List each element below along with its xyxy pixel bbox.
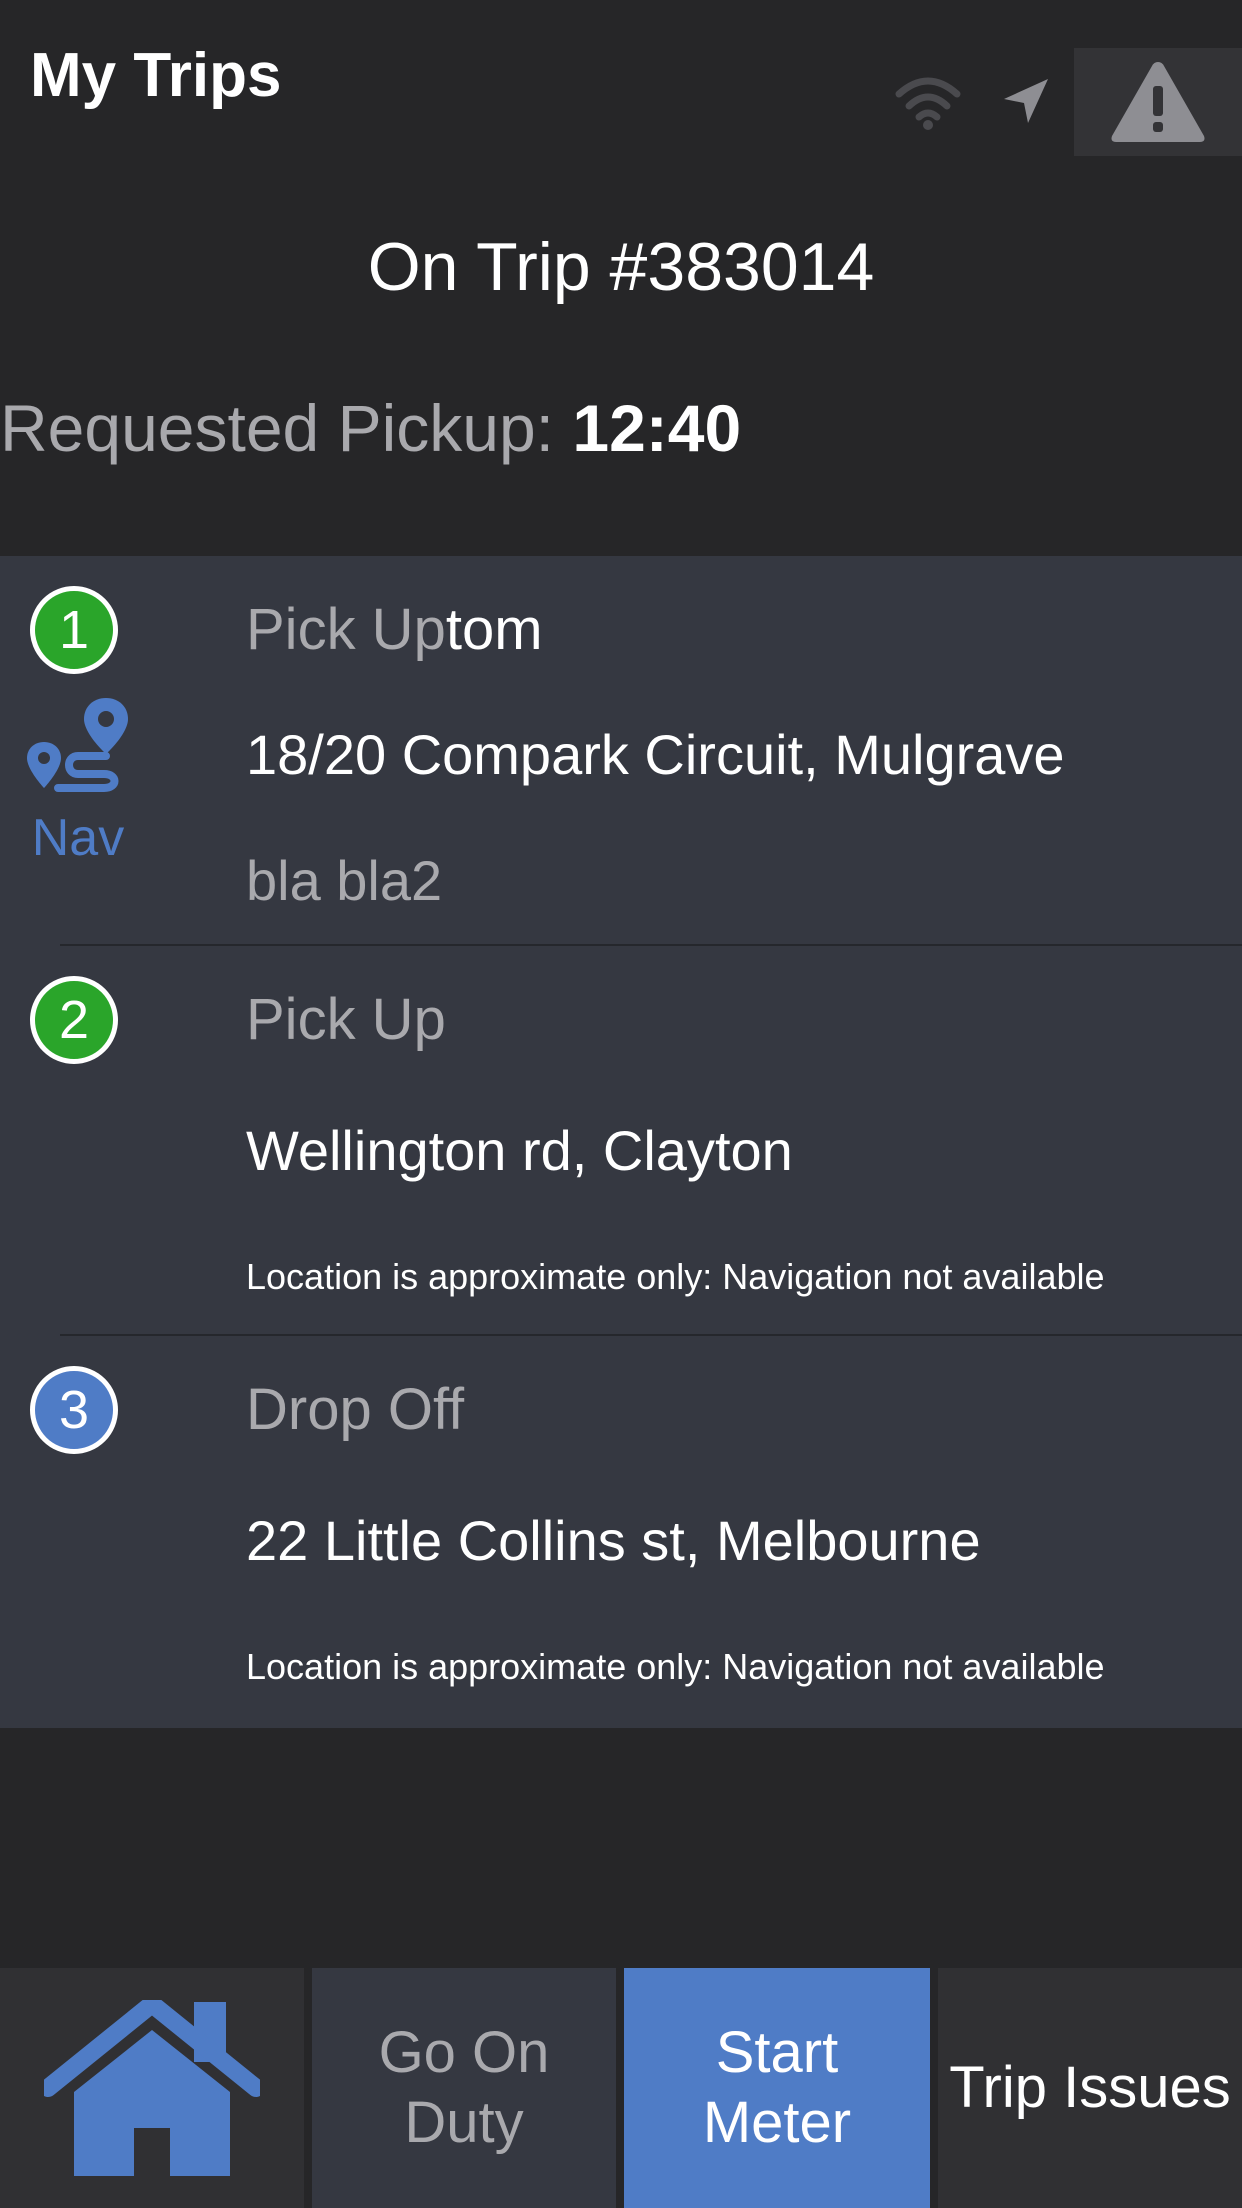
nav-button[interactable]: Nav	[20, 696, 136, 867]
trip-issues-button[interactable]: Trip Issues	[938, 1968, 1242, 2208]
stop-address: 22 Little Collins st, Melbourne	[246, 1509, 981, 1572]
stop-note: bla bla2	[246, 849, 443, 912]
location-approximate-note: Location is approximate only: Navigation…	[246, 1646, 1105, 1687]
start-meter-line1: Start	[715, 2020, 839, 2085]
stop-type-label: Drop Off	[246, 1377, 465, 1442]
stop-type-label: Pick Up	[246, 987, 446, 1052]
stop-type: Pick Uptom	[246, 596, 543, 663]
location-approximate-note: Location is approximate only: Navigation…	[246, 1256, 1105, 1297]
go-on-duty-line1: Go On	[378, 2020, 550, 2085]
passenger-name: tom	[445, 597, 543, 662]
start-meter-button[interactable]: Start Meter	[624, 1968, 930, 2208]
alert-button[interactable]	[1074, 48, 1242, 156]
bottom-toolbar: Go On Duty Start Meter Trip Issues	[0, 1968, 1242, 2208]
start-meter-label: Start Meter	[703, 2018, 851, 2158]
home-icon	[44, 2000, 260, 2176]
top-bar: My Trips	[0, 0, 1242, 160]
stop-item[interactable]: 3 Drop Off 22 Little Collins st, Melbour…	[0, 1336, 1242, 1726]
trip-issues-label: Trip Issues	[949, 2055, 1231, 2120]
stop-number-badge: 2	[30, 976, 118, 1064]
stop-number-badge: 1	[30, 586, 118, 674]
requested-pickup-time: 12:40	[572, 391, 742, 465]
home-button[interactable]	[0, 1968, 304, 2208]
go-on-duty-button[interactable]: Go On Duty	[312, 1968, 616, 2208]
trip-number-heading: On Trip #383014	[367, 229, 875, 305]
stop-number-badge: 3	[30, 1366, 118, 1454]
wifi-icon	[895, 77, 961, 130]
alert-triangle-icon	[1111, 62, 1205, 142]
nav-label: Nav	[31, 809, 125, 867]
stop-address: 18/20 Compark Circuit, Mulgrave	[246, 723, 1065, 786]
requested-pickup: Requested Pickup: 12:40	[0, 390, 1242, 466]
stop-item[interactable]: 2 Pick Up Wellington rd, Clayton Locatio…	[0, 946, 1242, 1336]
requested-pickup-label: Requested Pickup:	[0, 391, 555, 465]
stops-list: 1 Nav Pick Uptom 18/20 Compark Circuit, …	[0, 556, 1242, 1728]
start-meter-line2: Meter	[702, 2090, 852, 2155]
go-on-duty-label: Go On Duty	[379, 2018, 550, 2158]
stop-type-label: Pick Up	[246, 597, 446, 662]
location-arrow-icon	[1004, 79, 1048, 123]
stop-item[interactable]: 1 Nav Pick Uptom 18/20 Compark Circuit, …	[0, 556, 1242, 946]
page-title: My Trips	[30, 41, 282, 110]
route-icon	[27, 698, 128, 792]
stop-address: Wellington rd, Clayton	[246, 1119, 793, 1182]
go-on-duty-line2: Duty	[404, 2090, 524, 2155]
